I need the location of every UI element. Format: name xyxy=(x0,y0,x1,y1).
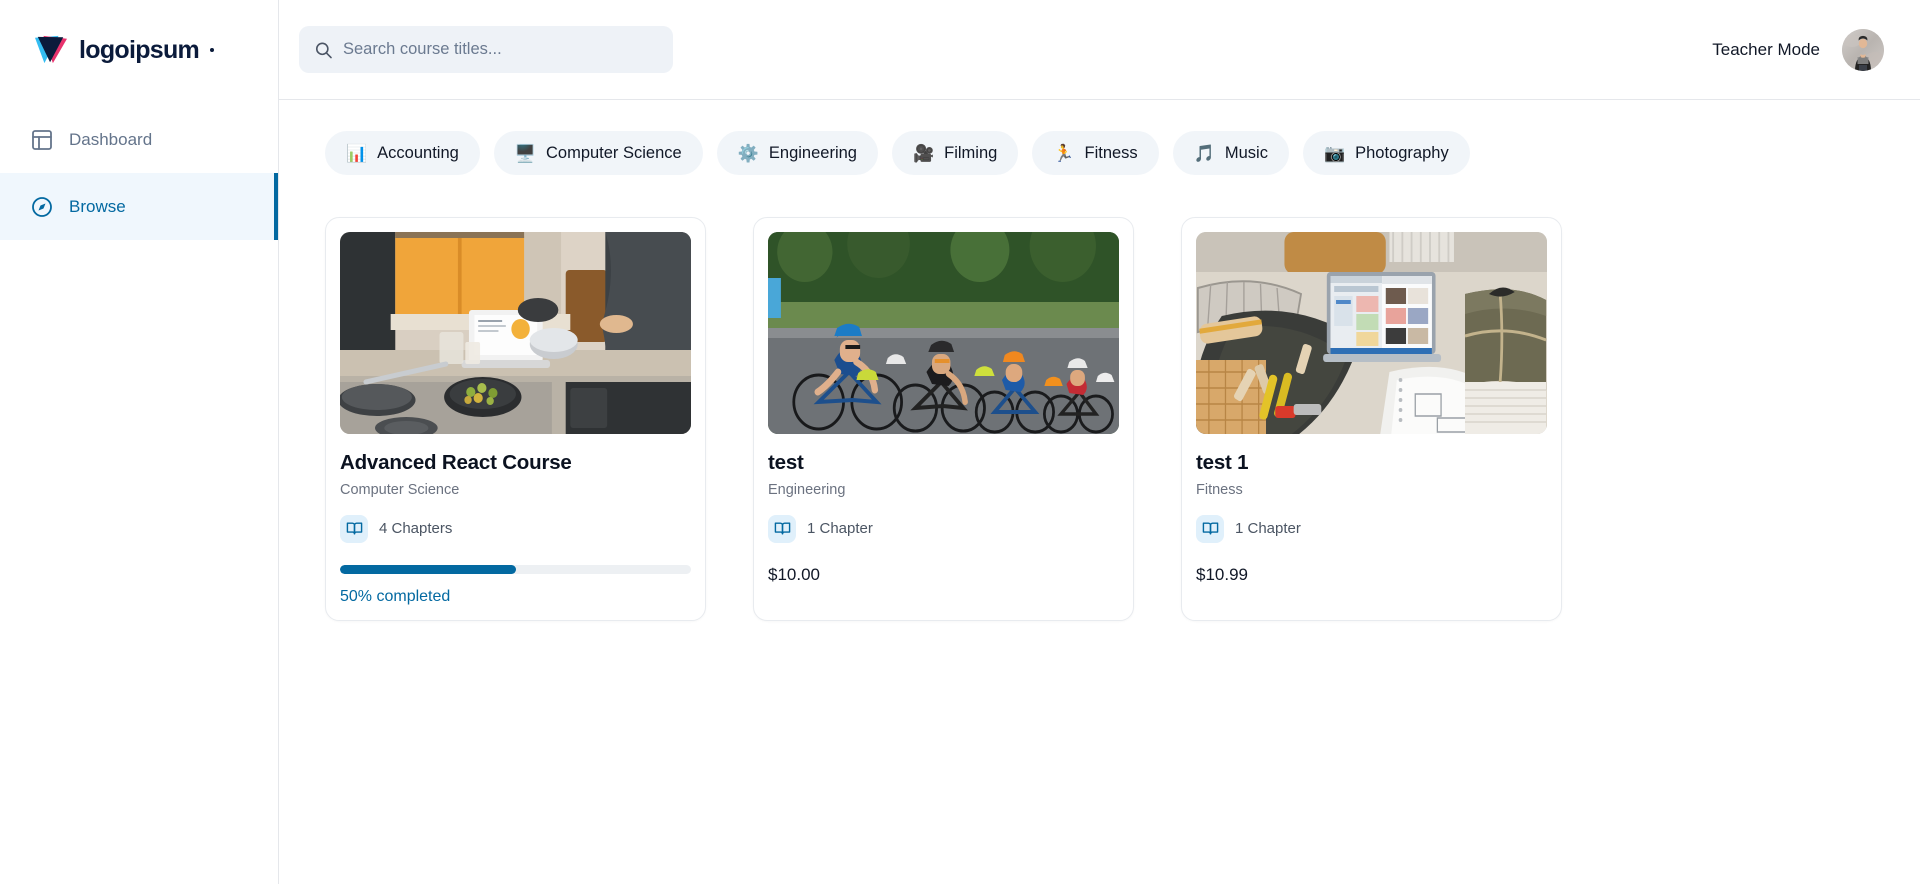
bar-chart-icon: 📊 xyxy=(346,143,368,163)
card-spacer xyxy=(768,585,1119,593)
category-filter-row: 📊 Accounting 🖥️ Computer Science ⚙️ Engi… xyxy=(309,124,1890,175)
course-chapters: 1 Chapter xyxy=(768,514,1119,543)
sidebar-item-label: Dashboard xyxy=(69,129,153,149)
sidebar-nav: Dashboard Browse xyxy=(0,100,278,240)
search-box[interactable] xyxy=(299,26,673,73)
teacher-mode-button[interactable]: Teacher Mode xyxy=(1712,40,1820,60)
search-icon xyxy=(314,40,333,59)
sidebar-item-browse[interactable]: Browse xyxy=(0,173,278,240)
main-area: Teacher Mode xyxy=(279,0,1920,884)
compass-icon xyxy=(30,195,54,219)
logo-text: logoipsum xyxy=(79,35,200,64)
top-navbar: Teacher Mode xyxy=(279,0,1920,100)
category-pill-fitness[interactable]: 🏃 Fitness xyxy=(1032,131,1159,175)
computer-icon: 🖥️ xyxy=(514,143,536,163)
sidebar-item-label: Browse xyxy=(69,196,126,216)
course-card[interactable]: test Engineering 1 Chapter $10.00 xyxy=(753,217,1134,621)
runner-icon: 🏃 xyxy=(1053,143,1075,163)
category-pill-label: Filming xyxy=(944,143,998,162)
card-spacer xyxy=(1196,585,1547,593)
app-root: logoipsum Dashboard Browse Search course… xyxy=(0,0,1920,884)
category-pill-photography[interactable]: 📷 Photography xyxy=(1302,131,1470,175)
course-category: Fitness xyxy=(1196,481,1243,498)
kitchen-laptop-cooking-photo xyxy=(340,232,691,434)
sidebar-item-dashboard[interactable]: Dashboard xyxy=(0,106,278,173)
category-pill-filming[interactable]: 🎥 Filming xyxy=(891,131,1019,175)
category-pill-label: Music xyxy=(1224,143,1268,162)
book-open-icon xyxy=(340,514,368,543)
progress-label: 50% completed xyxy=(340,587,451,605)
course-price: $10.99 xyxy=(1196,564,1248,584)
chapters-count-label: 1 Chapter xyxy=(1235,520,1301,538)
course-category: Engineering xyxy=(768,481,846,498)
course-chapters: 1 Chapter xyxy=(1196,514,1547,543)
film-camera-icon: 🎥 xyxy=(912,143,935,163)
layout-dashboard-icon xyxy=(30,128,54,152)
category-pill-music[interactable]: 🎵 Music xyxy=(1172,131,1289,175)
category-pill-label: Computer Science xyxy=(545,143,682,162)
course-category: Computer Science xyxy=(340,481,460,498)
topbar-right-cluster: Teacher Mode xyxy=(1712,28,1884,71)
course-title: test xyxy=(768,451,804,474)
gear-icon: ⚙️ xyxy=(737,143,759,163)
course-title: Advanced React Course xyxy=(340,451,572,474)
avatar[interactable] xyxy=(1842,28,1884,71)
chapters-count-label: 1 Chapter xyxy=(807,520,873,538)
category-pill-accounting[interactable]: 📊 Accounting xyxy=(325,131,480,175)
content-area: 📊 Accounting 🖥️ Computer Science ⚙️ Engi… xyxy=(279,100,1920,884)
book-open-icon xyxy=(768,514,796,543)
category-pill-label: Fitness xyxy=(1084,143,1138,162)
course-card[interactable]: test 1 Fitness 1 Chapter $10.99 xyxy=(1181,217,1562,621)
category-pill-label: Engineering xyxy=(768,143,857,162)
progress-bar-fill xyxy=(340,564,516,574)
category-pill-computer-science[interactable]: 🖥️ Computer Science xyxy=(493,131,703,175)
chapters-count-label: 4 Chapters xyxy=(379,520,453,538)
sidebar: logoipsum Dashboard Browse xyxy=(0,0,279,884)
category-pill-label: Accounting xyxy=(377,143,459,162)
brand-logo[interactable]: logoipsum xyxy=(0,0,278,100)
category-pill-engineering[interactable]: ⚙️ Engineering xyxy=(716,131,878,175)
course-title: test 1 xyxy=(1196,451,1249,474)
logo-mark-icon xyxy=(32,34,70,66)
course-grid: Advanced React Course Computer Science 4… xyxy=(309,175,1890,621)
music-note-icon: 🎵 xyxy=(1193,143,1215,163)
cyclists-race-photo xyxy=(768,232,1119,434)
book-open-icon xyxy=(1196,514,1224,543)
camera-icon: 📷 xyxy=(1323,143,1346,163)
workbench-laptop-design-photo xyxy=(1196,232,1547,434)
course-card[interactable]: Advanced React Course Computer Science 4… xyxy=(325,217,706,621)
course-chapters: 4 Chapters xyxy=(340,514,691,543)
course-price: $10.00 xyxy=(768,564,820,584)
progress-bar xyxy=(340,564,691,574)
search-input[interactable] xyxy=(343,26,673,73)
category-pill-label: Photography xyxy=(1355,143,1449,162)
logo-dot-icon xyxy=(210,48,215,52)
